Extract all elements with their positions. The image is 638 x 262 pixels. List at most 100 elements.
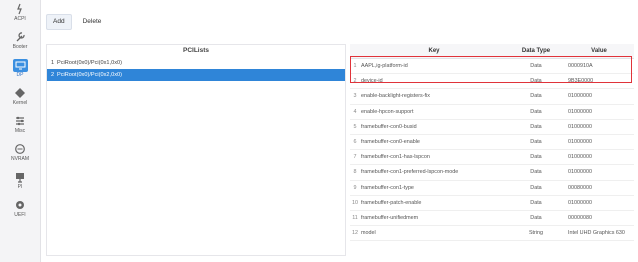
key-cell[interactable]: framebuffer-patch-enable [360, 195, 508, 211]
platform-icon [12, 170, 28, 184]
table-row[interactable]: 7 framebuffer-con1-has-lspcon Data 01000000 [350, 149, 634, 166]
data-type-cell[interactable]: Data [508, 149, 564, 166]
row-index-cell: 10 [350, 195, 360, 211]
data-type-cell[interactable]: Data [508, 104, 564, 120]
sidebar-item-label: ACPI [14, 16, 26, 22]
pci-list-panel: PCILists 1 PciRoot(0x0)/Pci(0x1,0x0) 2 PciR… [46, 44, 346, 256]
sidebar-item-pi[interactable]: PI [0, 170, 40, 196]
key-cell[interactable]: device-id [360, 73, 508, 90]
key-cell[interactable]: model [360, 225, 508, 242]
table-row[interactable]: 12 model String Intel UHD Graphics 630 [350, 225, 634, 242]
column-header-data-type[interactable]: Data Type [508, 44, 564, 59]
data-type-cell[interactable]: Data [508, 134, 564, 151]
row-index-cell: 8 [350, 164, 360, 181]
row-index-cell: 7 [350, 149, 360, 166]
sidebar: ACPI Booter DP Kernel Misc NVRAM PI UEFI [0, 0, 41, 262]
uefi-gear-icon [12, 198, 28, 212]
key-cell[interactable]: framebuffer-con1-has-lspcon [360, 149, 508, 166]
key-cell[interactable]: enable-backlight-registers-fix [360, 88, 508, 105]
key-cell[interactable]: enable-hpcon-support [360, 104, 508, 120]
data-type-cell[interactable]: String [508, 225, 564, 242]
pci-item-path: PciRoot(0x0)/Pci(0x2,0x0) [57, 72, 122, 78]
column-header-key[interactable]: Key [360, 44, 508, 59]
table-row[interactable]: 5 framebuffer-con0-busid Data 01000000 [350, 119, 634, 135]
app-window: ACPI Booter DP Kernel Misc NVRAM PI UEFI Add De… [0, 0, 638, 262]
value-cell[interactable]: 01000000 [564, 134, 634, 151]
sidebar-item-dp[interactable]: DP [0, 58, 40, 84]
value-cell[interactable]: 01000000 [564, 88, 634, 105]
value-cell[interactable]: 01000000 [564, 104, 634, 120]
table-row[interactable]: 4 enable-hpcon-support Data 01000000 [350, 104, 634, 120]
toolbar: Add Delete [46, 14, 108, 30]
pci-item-path: PciRoot(0x0)/Pci(0x1,0x0) [57, 60, 122, 66]
value-cell[interactable]: 01000000 [564, 164, 634, 181]
nvram-icon [12, 142, 28, 156]
data-type-cell[interactable]: Data [508, 164, 564, 181]
value-cell[interactable]: 01000000 [564, 119, 634, 135]
sidebar-item-label: DP [16, 72, 24, 78]
key-cell[interactable]: framebuffer-unifiedmem [360, 210, 508, 227]
table-row[interactable]: 6 framebuffer-con0-enable Data 01000000 [350, 134, 634, 151]
sidebar-item-label: Booter [12, 44, 28, 50]
key-cell[interactable]: framebuffer-con0-busid [360, 119, 508, 135]
data-type-cell[interactable]: Data [508, 88, 564, 105]
data-type-cell[interactable]: Data [508, 58, 564, 75]
table-row[interactable]: 3 enable-backlight-registers-fix Data 01000… [350, 88, 634, 105]
wrench-icon [12, 30, 28, 44]
sidebar-item-label: Kernel [12, 100, 28, 106]
table-row[interactable]: 11 framebuffer-unifiedmem Data 00000080 [350, 210, 634, 227]
row-index-cell: 12 [350, 225, 360, 242]
sidebar-item-misc[interactable]: Misc [0, 114, 40, 140]
table-row[interactable]: 9 framebuffer-con1-type Data 00080000 [350, 180, 634, 196]
sidebar-item-nvram[interactable]: NVRAM [0, 142, 40, 168]
sidebar-item-acpi[interactable]: ACPI [0, 2, 40, 28]
value-cell[interactable]: 01000000 [564, 149, 634, 166]
table-row[interactable]: 10 framebuffer-patch-enable Data 01000000 [350, 195, 634, 211]
value-cell[interactable]: Intel UHD Graphics 630 [564, 225, 634, 242]
pci-list-item[interactable]: 1 PciRoot(0x0)/Pci(0x1,0x0) [47, 57, 345, 69]
value-cell[interactable]: 00000080 [564, 210, 634, 227]
column-header-index [350, 44, 360, 59]
value-cell[interactable]: 0000910A [564, 58, 634, 75]
sidebar-item-uefi[interactable]: UEFI [0, 198, 40, 224]
sidebar-item-label: UEFI [14, 212, 26, 218]
row-index-cell: 1 [350, 58, 360, 75]
value-cell[interactable]: 00080000 [564, 180, 634, 196]
data-type-cell[interactable]: Data [508, 119, 564, 135]
table-row[interactable]: 2 device-id Data 9B3E0000 [350, 73, 634, 90]
key-cell[interactable]: framebuffer-con1-type [360, 180, 508, 196]
monitor-icon [12, 58, 28, 72]
sidebar-item-kernel[interactable]: Kernel [0, 86, 40, 112]
pci-list-title: PCILists [182, 47, 209, 54]
sidebar-item-booter[interactable]: Booter [0, 30, 40, 56]
data-type-cell[interactable]: Data [508, 195, 564, 211]
column-header-value[interactable]: Value [564, 44, 634, 59]
data-type-cell[interactable]: Data [508, 73, 564, 90]
table-row[interactable]: 1 AAPL,ig-platform-id Data 0000910A [350, 58, 634, 75]
value-cell[interactable]: 01000000 [564, 195, 634, 211]
row-index-cell: 6 [350, 134, 360, 151]
properties-panel: Key Data Type Value 1 AAPL,ig-platform-id… [350, 44, 634, 254]
delete-button[interactable]: Delete [76, 14, 109, 30]
pci-list: 1 PciRoot(0x0)/Pci(0x1,0x0) 2 PciRoot(0x0)/… [47, 57, 345, 81]
key-cell[interactable]: framebuffer-con1-preferred-lspcon-mode [360, 164, 508, 181]
row-index-cell: 9 [350, 180, 360, 196]
row-index-cell: 11 [350, 210, 360, 227]
table-row[interactable]: 8 framebuffer-con1-preferred-lspcon-mode D… [350, 164, 634, 181]
key-cell[interactable]: framebuffer-con0-enable [360, 134, 508, 151]
add-button[interactable]: Add [46, 14, 72, 30]
data-type-cell[interactable]: Data [508, 180, 564, 196]
power-plug-icon [12, 2, 28, 16]
row-index-cell: 4 [350, 104, 360, 120]
data-type-cell[interactable]: Data [508, 210, 564, 227]
sidebar-item-label: Misc [14, 128, 26, 134]
value-cell[interactable]: 9B3E0000 [564, 73, 634, 90]
pci-list-item[interactable]: 2 PciRoot(0x0)/Pci(0x2,0x0) [47, 69, 345, 81]
key-cell[interactable]: AAPL,ig-platform-id [360, 58, 508, 75]
row-index-cell: 2 [350, 73, 360, 90]
table-header-row: Key Data Type Value [350, 44, 634, 59]
sidebar-item-label: NVRAM [10, 156, 30, 162]
gear-cube-icon [12, 86, 28, 100]
properties-table: Key Data Type Value 1 AAPL,ig-platform-id… [350, 44, 634, 242]
row-index-cell: 5 [350, 119, 360, 135]
